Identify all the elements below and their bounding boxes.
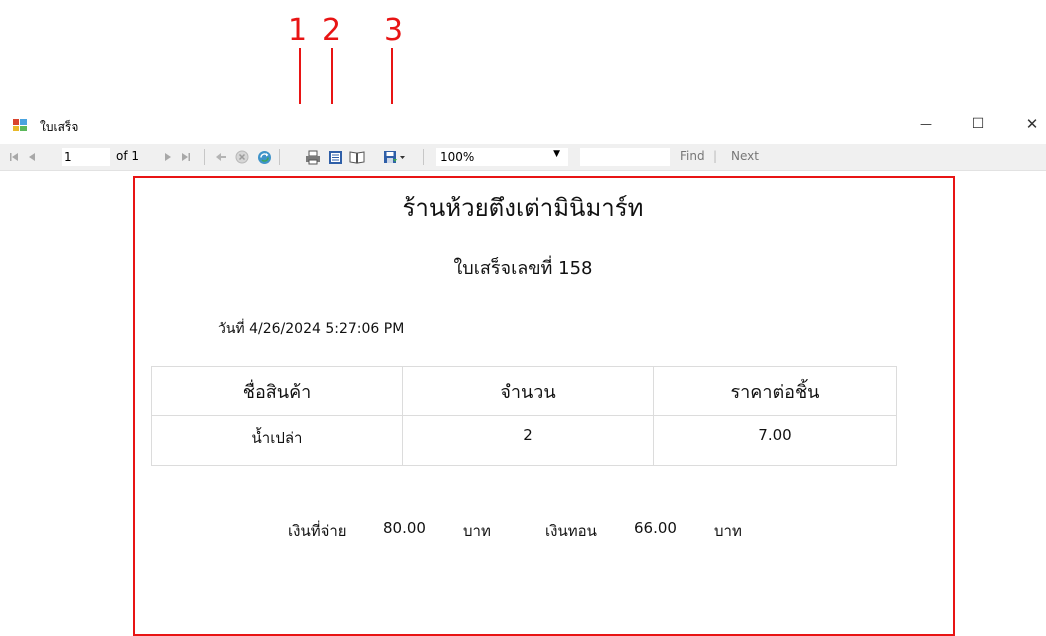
find-next-link[interactable]: Next <box>731 149 759 163</box>
previous-page-icon[interactable] <box>26 149 38 165</box>
zoom-dropdown[interactable]: 100% ▼ <box>436 148 568 166</box>
last-page-icon[interactable] <box>180 149 192 165</box>
minimize-button[interactable]: — <box>906 110 946 138</box>
close-button[interactable]: ✕ <box>1012 110 1046 138</box>
find-input[interactable] <box>580 148 670 166</box>
toolbar-separator <box>423 149 424 165</box>
find-separator: | <box>713 149 718 163</box>
toolbar-separator <box>279 149 280 165</box>
back-icon[interactable] <box>214 149 228 165</box>
annotation-number-3: 3 <box>384 13 404 48</box>
annotation-number-1: 1 <box>288 13 308 48</box>
find-link[interactable]: Find <box>680 149 705 163</box>
refresh-icon[interactable] <box>256 149 272 165</box>
annotation-frame-4 <box>133 176 955 636</box>
page-count-label: of 1 <box>116 149 140 163</box>
maximize-button[interactable]: ☐ <box>958 110 998 138</box>
first-page-icon[interactable] <box>8 149 20 165</box>
annotation-number-2: 2 <box>322 13 342 48</box>
app-icon <box>13 119 27 131</box>
current-page-input[interactable] <box>62 148 110 166</box>
export-save-icon[interactable] <box>383 149 407 165</box>
window-title: ใบเสร็จ <box>40 120 79 134</box>
stop-icon[interactable] <box>234 149 250 165</box>
toolbar-separator <box>204 149 205 165</box>
chevron-down-icon: ▼ <box>553 149 560 159</box>
print-icon[interactable] <box>304 149 322 165</box>
window-titlebar <box>0 104 1046 144</box>
zoom-value: 100% <box>440 150 475 164</box>
print-layout-icon[interactable] <box>326 149 344 165</box>
page-setup-icon[interactable] <box>348 149 366 165</box>
next-page-icon[interactable] <box>162 149 174 165</box>
